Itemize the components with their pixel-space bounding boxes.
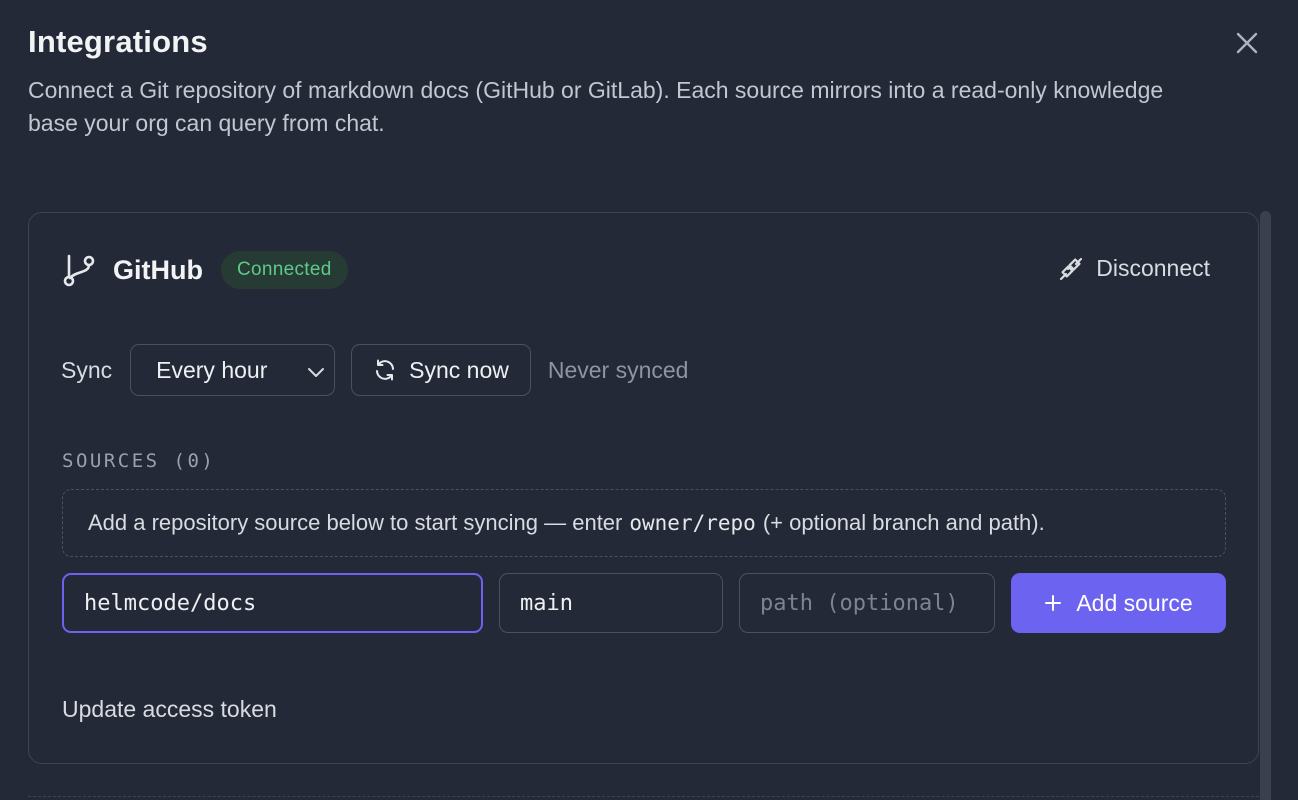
provider-header: GitHub Connected [61, 251, 348, 289]
unplug-icon [1058, 256, 1084, 282]
sources-heading: SOURCES (0) [62, 450, 216, 472]
sync-frequency-select[interactable]: Every hour [130, 344, 336, 396]
path-input[interactable] [739, 573, 995, 633]
branch-input[interactable] [499, 573, 723, 633]
empty-state-suffix: (+ optional branch and path). [762, 510, 1045, 535]
add-source-label: Add source [1076, 589, 1193, 616]
sync-frequency-value: Every hour [156, 356, 268, 383]
dialog-description: Connect a Git repository of markdown doc… [28, 77, 1164, 136]
last-synced-status: Never synced [547, 356, 689, 383]
provider-name: GitHub [113, 254, 203, 285]
disconnect-label: Disconnect [1096, 255, 1210, 281]
chevron-down-icon [306, 361, 326, 388]
close-icon[interactable] [1235, 31, 1259, 55]
sync-now-label: Sync now [409, 356, 509, 383]
sync-now-button[interactable]: Sync now [351, 344, 531, 396]
empty-state-code: owner/repo [629, 511, 756, 535]
sources-empty-state: Add a repository source below to start s… [62, 489, 1226, 557]
sync-row: Sync Every hour Sync now Never synced [61, 344, 688, 396]
git-branch-icon [61, 252, 97, 288]
refresh-icon [373, 358, 397, 382]
dialog-title: Integrations [28, 24, 208, 59]
status-badge: Connected [220, 251, 348, 289]
repo-input[interactable] [62, 573, 483, 633]
integrations-dialog: Integrations Connect a Git repository of… [0, 0, 1298, 800]
scrollbar[interactable] [1260, 211, 1271, 800]
update-token-link[interactable]: Update access token [62, 696, 277, 723]
empty-state-prefix: Add a repository source below to start s… [88, 510, 623, 535]
next-card-edge [28, 796, 1259, 800]
sync-label: Sync [61, 356, 113, 383]
github-integration-card: GitHub Connected Disconnect Sync Every h… [28, 212, 1259, 764]
close-button[interactable] [1230, 26, 1264, 60]
disconnect-button[interactable]: Disconnect [1058, 255, 1210, 282]
add-source-button[interactable]: Add source [1011, 573, 1226, 633]
plus-icon [1044, 594, 1062, 612]
